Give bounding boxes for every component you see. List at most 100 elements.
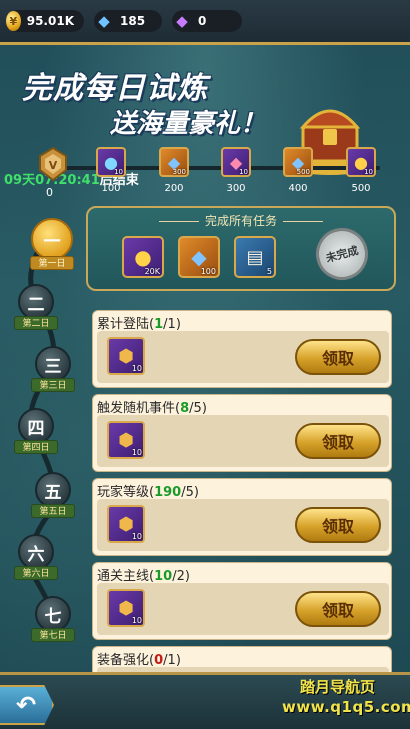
task-title: 触发随机事件(8/5) bbox=[97, 397, 207, 416]
task-reward-item[interactable]: ⬢ 10 bbox=[107, 337, 145, 375]
milestone-value: 200 bbox=[164, 183, 184, 194]
back-button[interactable]: ↶ bbox=[0, 685, 54, 725]
milestone-value: 100 bbox=[101, 183, 121, 194]
reward-count: 10 bbox=[131, 532, 142, 541]
day-6-button[interactable]: 六 bbox=[18, 534, 54, 570]
gold-coin-icon: ¥ bbox=[6, 11, 21, 31]
task-progress-current: 0 bbox=[154, 653, 164, 668]
day-4-button[interactable]: 四 bbox=[18, 408, 54, 444]
task-progress-total: 2 bbox=[176, 569, 185, 584]
gem-amount: 0 bbox=[198, 14, 207, 28]
watermark-url: www.q1q5.com bbox=[282, 698, 410, 716]
day-2-button[interactable]: 二 bbox=[18, 284, 54, 320]
back-arrow-icon: ↶ bbox=[15, 691, 37, 719]
claim-button[interactable]: 领取 bbox=[295, 423, 381, 459]
reward-count: 10 bbox=[131, 616, 142, 625]
day-number: 三 bbox=[44, 356, 62, 377]
task-title: 玩家等级(190/5) bbox=[97, 481, 199, 500]
reward-count: 10 bbox=[131, 448, 142, 457]
task-progress-close: ) bbox=[175, 653, 181, 668]
all-tasks-panel: 完成所有任务 ● 20K ◆ 100 ▤ 5 未完成 bbox=[86, 206, 396, 291]
banner-subtitle: 送海量豪礼！ bbox=[110, 109, 267, 139]
all-tasks-reward-1[interactable]: ● 20K bbox=[122, 236, 164, 278]
diamond-icon: ◆ bbox=[98, 12, 110, 30]
task-progress-current: 190 bbox=[154, 485, 182, 500]
task-progress-current: 1 bbox=[154, 317, 164, 332]
all-tasks-reward-2[interactable]: ◆ 100 bbox=[178, 236, 220, 278]
reward-count: 20K bbox=[144, 267, 160, 276]
gem-resource: ◆ 0 bbox=[172, 10, 242, 32]
task-name: 触发随机事件 bbox=[97, 401, 176, 416]
task-reward-box: ⬢ 10 领取 bbox=[97, 499, 389, 551]
milestone-value: 300 bbox=[226, 183, 246, 194]
gold-coin-icon: ● bbox=[134, 245, 152, 269]
diamond-resource: ◆ 185 bbox=[94, 10, 162, 32]
day-selector: 一 第一日 二 第二日 三 第三日 四 第四日 五 第五日 六 第六日 七 第七… bbox=[0, 210, 80, 670]
incomplete-stamp: 未完成 bbox=[310, 222, 374, 286]
progress-current-value: 0 bbox=[46, 186, 53, 199]
task-card: 通关主线(10/2) ⬢ 10 领取 bbox=[92, 562, 392, 640]
task-progress-total: 1 bbox=[167, 317, 176, 332]
day-3-button[interactable]: 三 bbox=[35, 346, 71, 382]
reward-count: 100 bbox=[200, 267, 216, 276]
task-progress-current: 8 bbox=[180, 401, 190, 416]
milestone-reward-2[interactable]: ◆ 300 bbox=[159, 147, 189, 177]
gold-amount: 95.01K bbox=[26, 14, 74, 28]
claim-button[interactable]: 领取 bbox=[295, 507, 381, 543]
task-progress-close: ) bbox=[184, 569, 190, 584]
task-title: 累计登陆(1/1) bbox=[97, 313, 181, 332]
rank-badge-icon: V bbox=[39, 146, 67, 182]
task-card: 触发随机事件(8/5) ⬢ 10 领取 bbox=[92, 394, 392, 472]
task-progress-close: ) bbox=[193, 485, 199, 500]
reward-count: 10 bbox=[131, 364, 142, 373]
day-1-button[interactable]: 一 bbox=[31, 218, 73, 260]
all-tasks-title: 完成所有任务 bbox=[88, 212, 394, 229]
task-reward-box: ⬢ 10 领取 bbox=[97, 583, 389, 635]
milestone-count: 300 bbox=[172, 168, 186, 176]
milestone-reward-5[interactable]: ● 10 bbox=[346, 147, 376, 177]
task-title: 通关主线(10/2) bbox=[97, 565, 190, 584]
task-reward-box: ⬢ 10 领取 bbox=[97, 331, 389, 383]
all-tasks-reward-3[interactable]: ▤ 5 bbox=[234, 236, 276, 278]
claim-button[interactable]: 领取 bbox=[295, 339, 381, 375]
day-1-label: 第一日 bbox=[30, 256, 74, 270]
day-number: 七 bbox=[44, 606, 62, 627]
task-title: 装备强化(0/1) bbox=[97, 649, 181, 668]
milestone-value: 400 bbox=[288, 183, 308, 194]
gold-resource: ¥ 95.01K bbox=[6, 10, 84, 32]
task-name: 装备强化 bbox=[97, 653, 150, 668]
task-card: 玩家等级(190/5) ⬢ 10 领取 bbox=[92, 478, 392, 556]
task-progress-total: 5 bbox=[193, 401, 202, 416]
scroll-icon: ▤ bbox=[246, 246, 264, 268]
task-name: 通关主线 bbox=[97, 569, 150, 584]
task-progress-close: ) bbox=[201, 401, 207, 416]
day-number: 六 bbox=[27, 544, 45, 565]
day-5-button[interactable]: 五 bbox=[35, 472, 71, 508]
day-number: 五 bbox=[44, 482, 62, 503]
day-4-label: 第四日 bbox=[14, 440, 58, 454]
day-number: 二 bbox=[27, 294, 45, 315]
banner-title: 完成每日试炼 bbox=[22, 71, 208, 106]
milestone-count: 10 bbox=[239, 168, 248, 176]
milestone-reward-4[interactable]: ◆ 500 bbox=[283, 147, 313, 177]
milestone-count: 10 bbox=[364, 168, 373, 176]
day-6-label: 第六日 bbox=[14, 566, 58, 580]
reward-count: 5 bbox=[266, 267, 272, 276]
svg-text:V: V bbox=[49, 159, 58, 172]
milestone-reward-1[interactable]: ● 10 bbox=[96, 147, 126, 177]
task-reward-item[interactable]: ⬢ 10 bbox=[107, 421, 145, 459]
task-reward-item[interactable]: ⬢ 10 bbox=[107, 589, 145, 627]
task-reward-item[interactable]: ⬢ 10 bbox=[107, 505, 145, 543]
task-card: 累计登陆(1/1) ⬢ 10 领取 bbox=[92, 310, 392, 388]
task-progress-current: 10 bbox=[154, 569, 173, 584]
day-5-label: 第五日 bbox=[31, 504, 75, 518]
task-name: 玩家等级 bbox=[97, 485, 150, 500]
day-7-button[interactable]: 七 bbox=[35, 596, 71, 632]
day-number: 一 bbox=[43, 231, 61, 252]
milestone-reward-3[interactable]: ◆ 10 bbox=[221, 147, 251, 177]
day-number: 四 bbox=[27, 418, 45, 439]
task-progress-total: 1 bbox=[167, 653, 176, 668]
claim-button[interactable]: 领取 bbox=[295, 591, 381, 627]
day-2-label: 第二日 bbox=[14, 316, 58, 330]
diamond-amount: 185 bbox=[120, 14, 146, 28]
